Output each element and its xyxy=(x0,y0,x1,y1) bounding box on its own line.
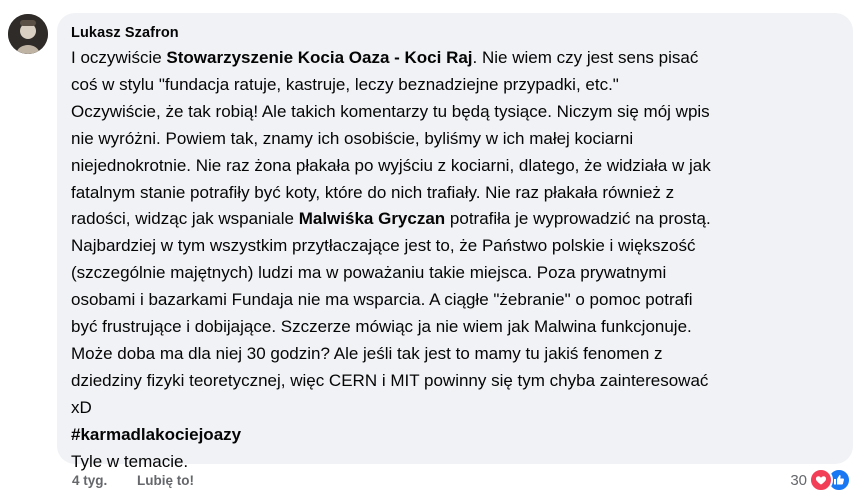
comment-line: fatalnym stanie potrafiły być koty, któr… xyxy=(71,182,675,202)
mention-kocia-oaza[interactable]: Stowarzyszenie Kocia Oaza - Koci Raj xyxy=(166,48,472,67)
comment-line: I oczywiście Stowarzyszenie Kocia Oaza -… xyxy=(71,45,839,72)
timestamp-link[interactable]: 4 tyg. xyxy=(72,473,107,488)
comment-text: I oczywiście Stowarzyszenie Kocia Oaza -… xyxy=(71,45,839,476)
avatar[interactable] xyxy=(8,14,48,54)
like-button[interactable]: Lubię to! xyxy=(137,473,194,488)
comment-line: (szczególnie majętnych) ludzi ma w poważ… xyxy=(71,263,667,283)
reaction-summary[interactable]: 30 xyxy=(790,468,851,492)
reaction-count: 30 xyxy=(790,471,807,489)
text-segment: . Nie wiem czy jest sens pisać xyxy=(472,48,699,67)
mention-malwiska-gryczan[interactable]: Malwiśka Gryczan xyxy=(299,209,445,228)
comment-line: dziedziny fizyki teoretycznej, więc CERN… xyxy=(71,370,709,390)
comment-line: Najbardziej w tym wszystkim przytłaczają… xyxy=(71,236,696,256)
comment-footer: 4 tyg. Lubię to! xyxy=(72,470,220,492)
text-segment: I oczywiście xyxy=(71,48,167,67)
comment-line: coś w stylu "fundacja ratuje, kastruje, … xyxy=(71,74,619,94)
comment-line: osobami i bazarkami Fundaja nie ma wspar… xyxy=(71,290,693,310)
comment-line: niejednokrotnie. Nie raz żona płakała po… xyxy=(71,155,711,175)
hashtag-link[interactable]: #karmadlakociejoazy xyxy=(71,422,839,449)
comment-line: być frustrujące i dobijające. Szczerze m… xyxy=(71,317,692,337)
comment-line: nie wyróżni. Powiem tak, znamy ich osobi… xyxy=(71,128,634,148)
comment-line: xD xyxy=(71,397,92,417)
comment-line: radości, widząc jak wspaniale Malwiśka G… xyxy=(71,206,839,233)
comment-bubble: Lukasz Szafron I oczywiście Stowarzyszen… xyxy=(57,13,853,471)
text-segment: radości, widząc jak wspaniale xyxy=(71,209,299,229)
comment-author[interactable]: Lukasz Szafron xyxy=(71,23,839,43)
heart-icon xyxy=(809,468,833,492)
comment-line: Może doba ma dla niej 30 godzin? Ale jeś… xyxy=(71,343,663,363)
text-segment: potrafiła je wyprowadzić na prostą. xyxy=(445,209,711,229)
comment-line: Oczywiście, że tak robią! Ale takich kom… xyxy=(71,101,710,121)
